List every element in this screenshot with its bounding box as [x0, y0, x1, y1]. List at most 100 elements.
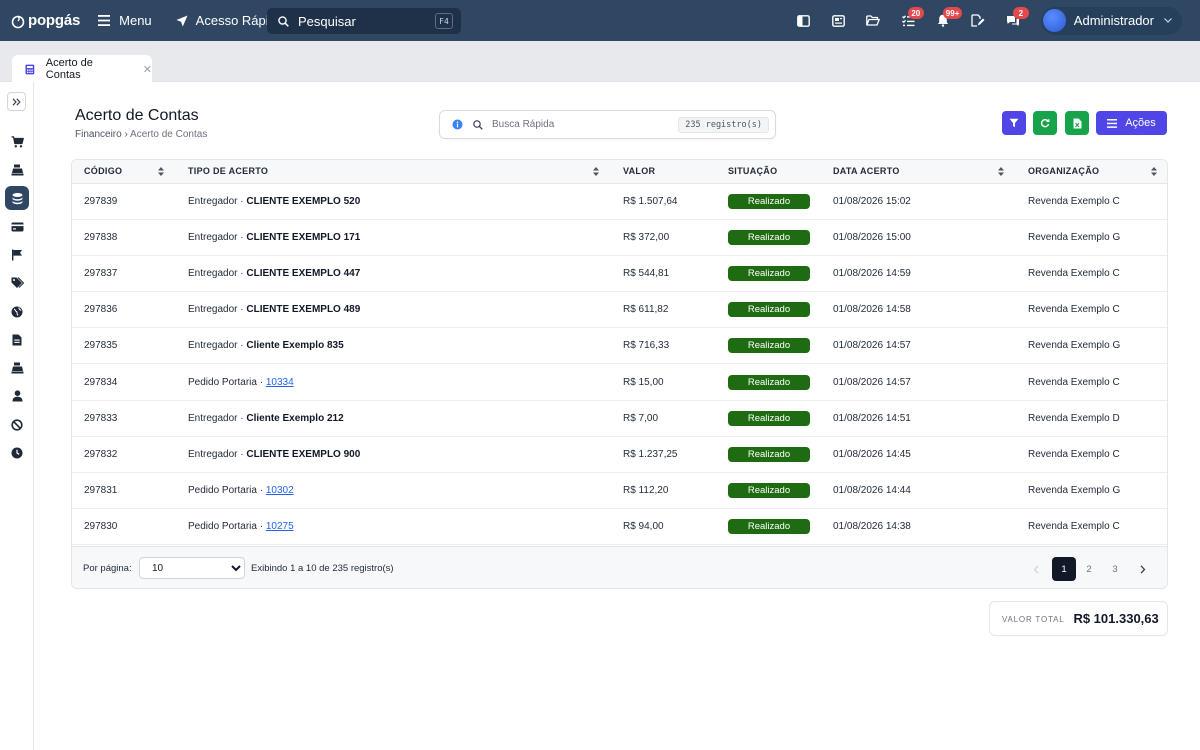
- chevron-right-icon: [1140, 564, 1146, 574]
- edit-notes-button[interactable]: [961, 0, 996, 41]
- per-page-select[interactable]: 10: [139, 557, 245, 579]
- pagination-page-2[interactable]: 2: [1077, 557, 1101, 581]
- breadcrumb-item-financeiro[interactable]: Financeiro: [75, 129, 122, 140]
- sidebar-item-sales[interactable]: [5, 130, 29, 154]
- global-search[interactable]: F4: [267, 8, 461, 34]
- excel-file-icon: [1073, 118, 1081, 128]
- status-badge: Realizado: [728, 446, 810, 462]
- sidebar-panel-icon: [796, 14, 810, 27]
- column-header-organizacao[interactable]: ORGANIZAÇÃO: [1016, 160, 1167, 184]
- sidebar-item-globe[interactable]: [5, 300, 29, 324]
- news-button[interactable]: [821, 0, 856, 41]
- tab-acerto-de-contas[interactable]: Acerto de Contas ✕: [12, 55, 152, 83]
- sidebar-item-flags[interactable]: [5, 243, 29, 267]
- column-header-valor[interactable]: VALOR: [611, 160, 716, 184]
- menu-button[interactable]: Menu: [98, 13, 152, 28]
- table-row[interactable]: 297838 Entregador · CLIENTE EXEMPLO 171 R$…: [72, 219, 1167, 256]
- pagination-page-3[interactable]: 3: [1103, 557, 1127, 581]
- sidebar-expand-button[interactable]: [7, 92, 26, 111]
- menu-label: Menu: [119, 13, 152, 28]
- cell-code: 297838: [84, 231, 118, 243]
- column-header-data[interactable]: DATA ACERTO: [821, 160, 1016, 184]
- cell-date: 01/08/2026 15:02: [833, 195, 911, 207]
- cell-date: 01/08/2026 15:00: [833, 231, 911, 243]
- status-badge: Realizado: [728, 483, 810, 499]
- cell-type: Pedido Portaria · 10302: [176, 473, 611, 509]
- table-row[interactable]: 297839 Entregador · CLIENTE EXEMPLO 520 R$…: [72, 183, 1167, 220]
- table-row[interactable]: 297831 Pedido Portaria · 10302 R$ 112,20 Re…: [72, 473, 1167, 509]
- quick-search[interactable]: 235 registro(s): [439, 110, 776, 139]
- quick-search-input[interactable]: [492, 119, 672, 130]
- filter-button[interactable]: [1002, 111, 1026, 135]
- refresh-button[interactable]: [1033, 111, 1057, 135]
- table-row[interactable]: 297837 Entregador · CLIENTE EXEMPLO 447 R$…: [72, 255, 1167, 292]
- order-link[interactable]: 10302: [266, 485, 294, 496]
- sidebar-item-users[interactable]: [5, 384, 29, 408]
- tags-icon: [11, 277, 24, 288]
- app-logo[interactable]: popgás: [10, 12, 80, 29]
- user-menu[interactable]: Administrador: [1040, 6, 1182, 35]
- settlement-type: Entregador ·: [188, 448, 247, 460]
- pagination-next-button[interactable]: [1131, 557, 1155, 581]
- column-header-situacao[interactable]: SITUAÇÃO: [716, 160, 821, 184]
- sidebar-item-tags[interactable]: [5, 271, 29, 295]
- status-badge: Realizado: [728, 193, 810, 209]
- cell-value: R$ 716,33: [623, 340, 670, 352]
- table-row[interactable]: 297833 Entregador · Cliente Exemplo 212 R$…: [72, 400, 1167, 437]
- pagination-page-1[interactable]: 1: [1052, 557, 1076, 581]
- export-excel-button[interactable]: [1065, 111, 1089, 135]
- column-header-codigo[interactable]: CÓDIGO: [72, 160, 176, 184]
- table-row[interactable]: 297835 Entregador · Cliente Exemplo 835 R$…: [72, 328, 1167, 364]
- table-row[interactable]: 297830 Pedido Portaria · 10275 R$ 94,00 Rea…: [72, 509, 1167, 545]
- client-name: Cliente Exemplo 212: [246, 412, 344, 424]
- table-row[interactable]: 297832 Entregador · CLIENTE EXEMPLO 900 R$…: [72, 436, 1167, 473]
- table-row[interactable]: 297836 Entregador · CLIENTE EXEMPLO 489 R$…: [72, 292, 1167, 328]
- cell-organization: Revenda Exemplo G: [1028, 485, 1121, 497]
- cell-value: R$ 112,20: [623, 485, 669, 497]
- document-icon: [12, 334, 22, 346]
- info-icon[interactable]: [452, 119, 463, 130]
- order-link[interactable]: 10275: [266, 521, 294, 532]
- cell-code: 297831: [84, 485, 118, 497]
- notifications-button[interactable]: 99+: [926, 0, 963, 41]
- column-header-tipo[interactable]: TIPO DE ACERTO: [176, 160, 611, 184]
- cell-status: Realizado: [716, 292, 821, 328]
- tasks-button[interactable]: 20: [891, 0, 926, 41]
- sidebar-item-cards[interactable]: [5, 215, 29, 239]
- sort-icon: [998, 167, 1004, 176]
- chevron-down-icon: [1164, 18, 1172, 23]
- status-badge: Realizado: [728, 410, 810, 426]
- sidebar-item-history[interactable]: [5, 441, 29, 465]
- cart-icon: [11, 136, 24, 148]
- newspaper-icon: [831, 14, 845, 27]
- flag-icon: [12, 249, 22, 261]
- sidebar-item-blocked[interactable]: [5, 413, 29, 437]
- cell-value: R$ 15,00: [623, 376, 664, 388]
- sidebar-item-cashier[interactable]: [5, 158, 29, 182]
- order-link[interactable]: 10334: [266, 377, 294, 388]
- status-badge: Realizado: [728, 229, 810, 245]
- sidebar-item-financial[interactable]: [5, 186, 29, 210]
- actions-button[interactable]: Ações: [1096, 111, 1167, 135]
- status-badge: Realizado: [728, 265, 810, 281]
- credit-card-icon: [11, 222, 23, 232]
- cell-code: 297839: [84, 195, 118, 207]
- cell-value: R$ 544,81: [623, 267, 670, 279]
- sidebar-item-documents[interactable]: [5, 328, 29, 352]
- settlement-type: Pedido Portaria ·: [188, 521, 266, 533]
- client-name: CLIENTE EXEMPLO 489: [246, 304, 361, 316]
- user-icon: [12, 390, 22, 402]
- settlement-type: Entregador ·: [188, 412, 247, 424]
- folder-button[interactable]: [856, 0, 891, 41]
- messages-button[interactable]: 2: [996, 0, 1031, 41]
- panel-toggle-button[interactable]: [786, 0, 821, 41]
- status-badge: Realizado: [728, 519, 810, 535]
- table-row[interactable]: 297834 Pedido Portaria · 10334 R$ 15,00 Rea…: [72, 364, 1167, 401]
- cell-value: R$ 7,00: [623, 412, 659, 424]
- pagination-prev-button[interactable]: [1024, 557, 1048, 581]
- global-search-input[interactable]: [298, 13, 428, 29]
- paper-plane-icon: [176, 15, 188, 26]
- tab-close-icon[interactable]: ✕: [143, 63, 152, 76]
- register-icon: [11, 362, 23, 374]
- sidebar-item-pos[interactable]: [5, 356, 29, 380]
